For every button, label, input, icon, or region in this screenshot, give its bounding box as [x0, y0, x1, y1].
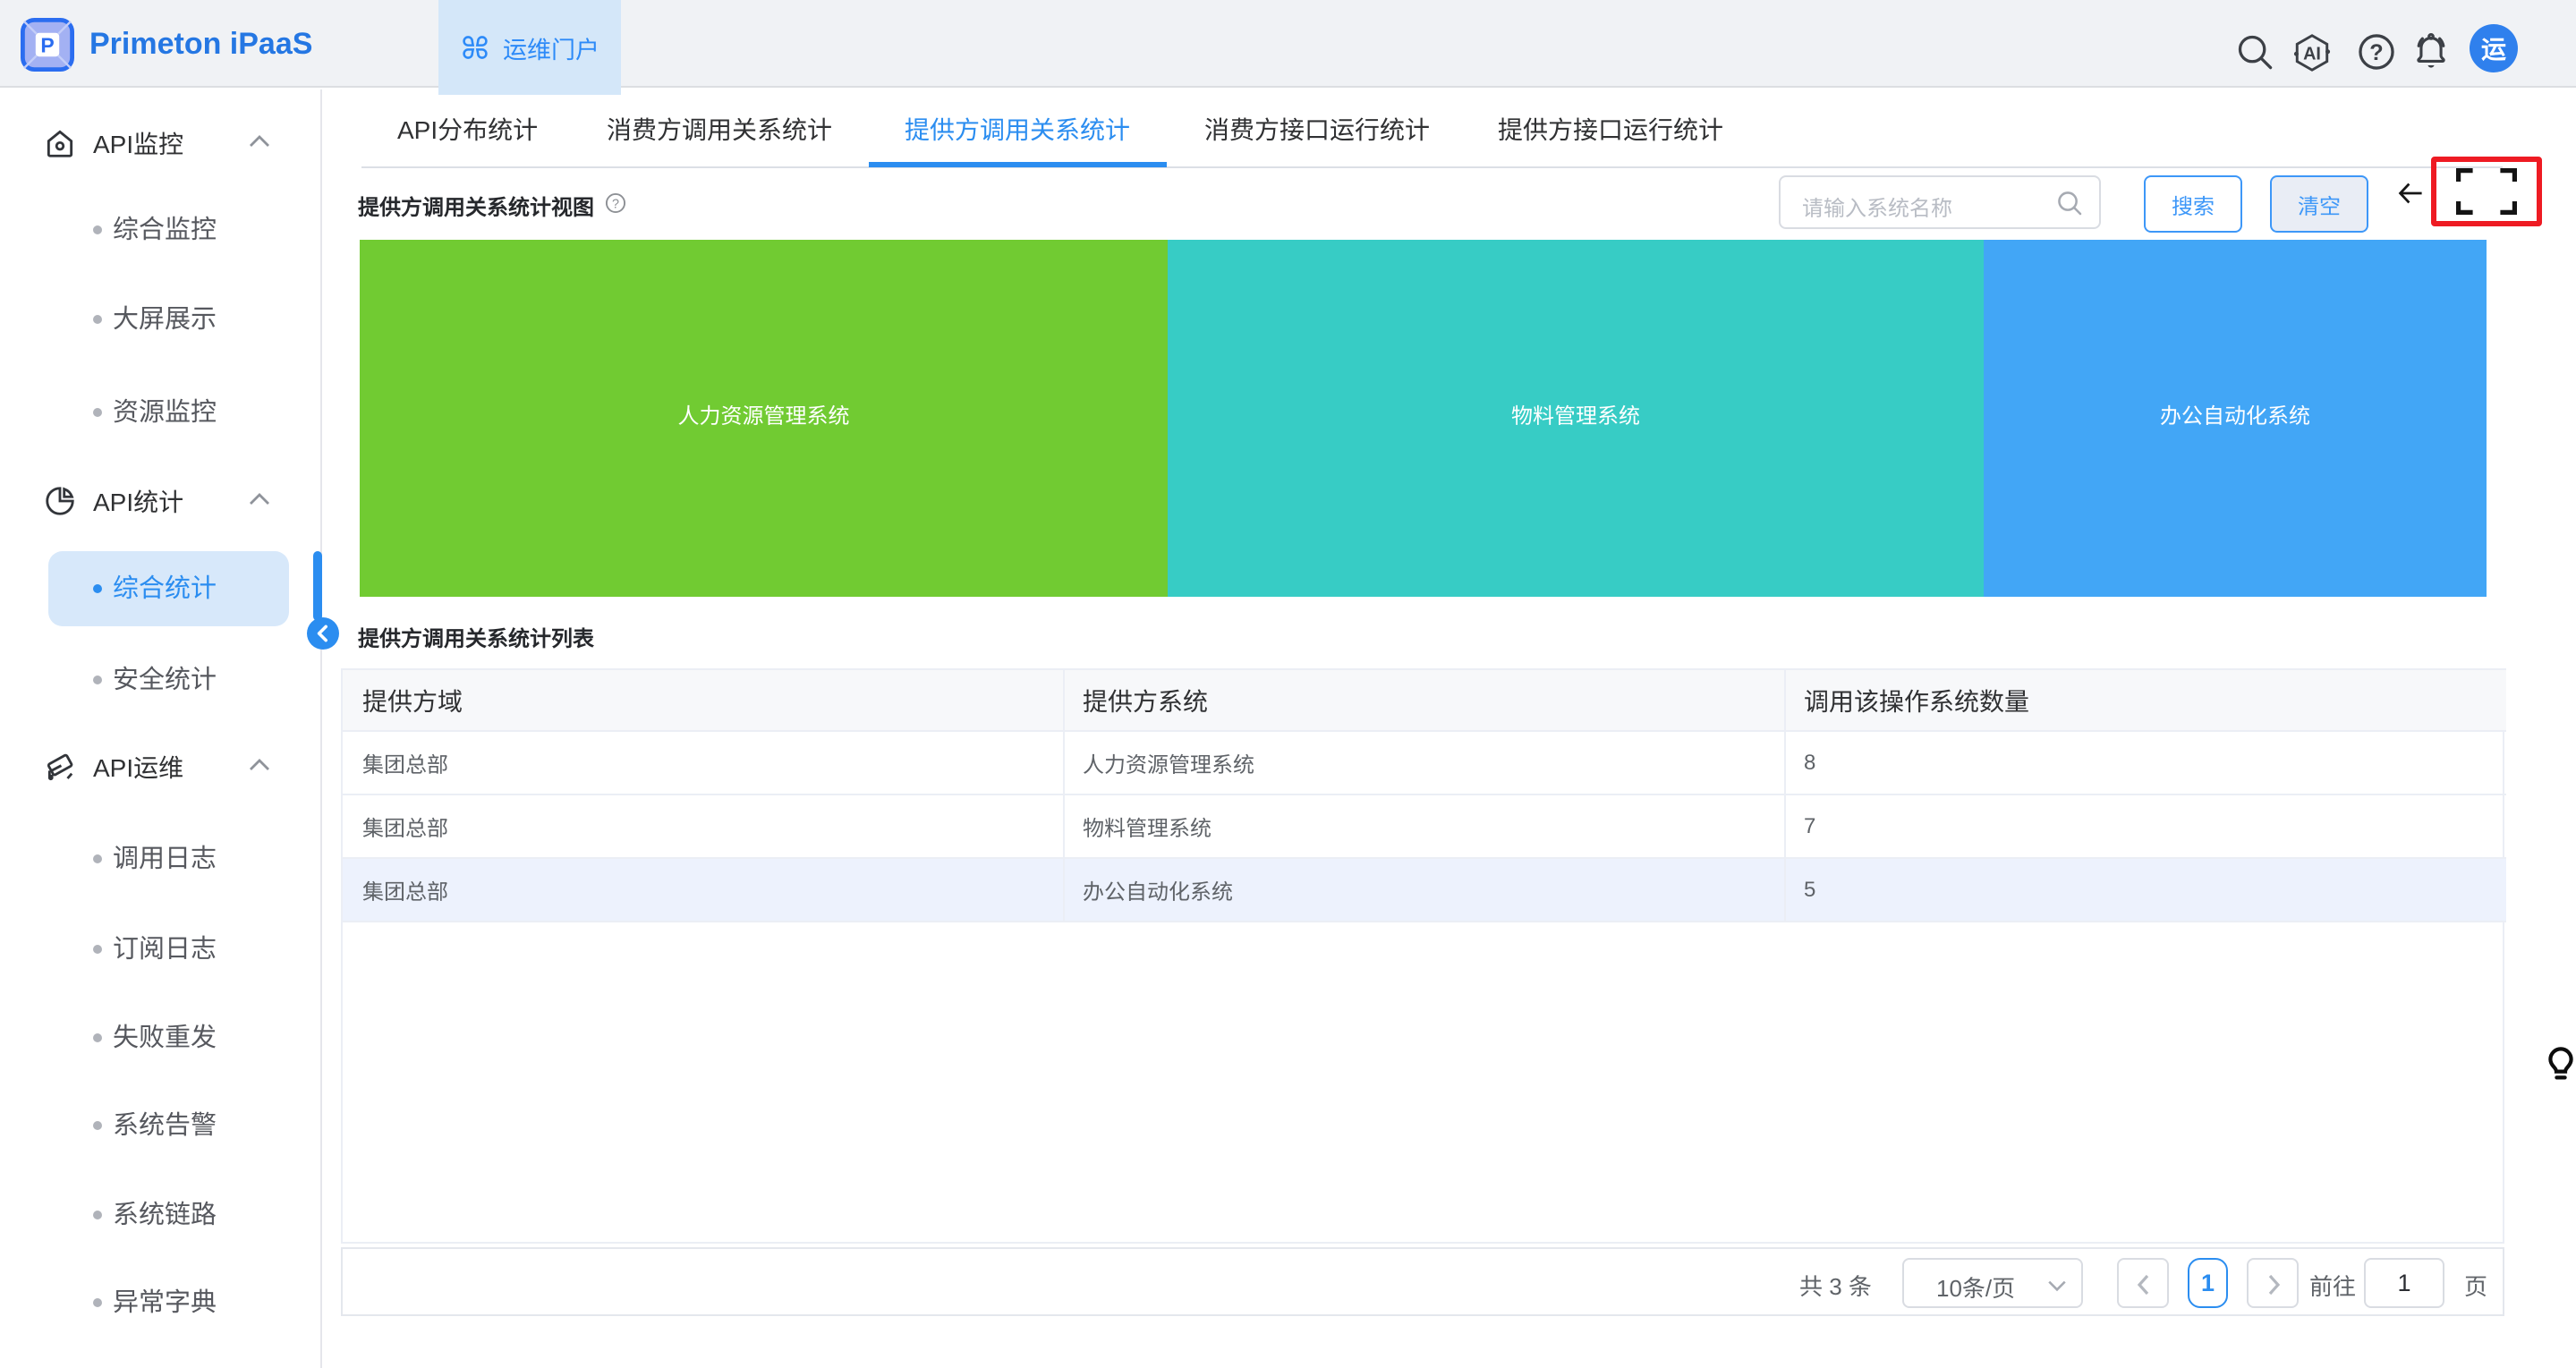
svg-text:P: P [40, 33, 54, 56]
svg-text:?: ? [2369, 40, 2383, 65]
svg-text:AI: AI [2303, 45, 2321, 64]
svg-text:?: ? [612, 197, 619, 211]
